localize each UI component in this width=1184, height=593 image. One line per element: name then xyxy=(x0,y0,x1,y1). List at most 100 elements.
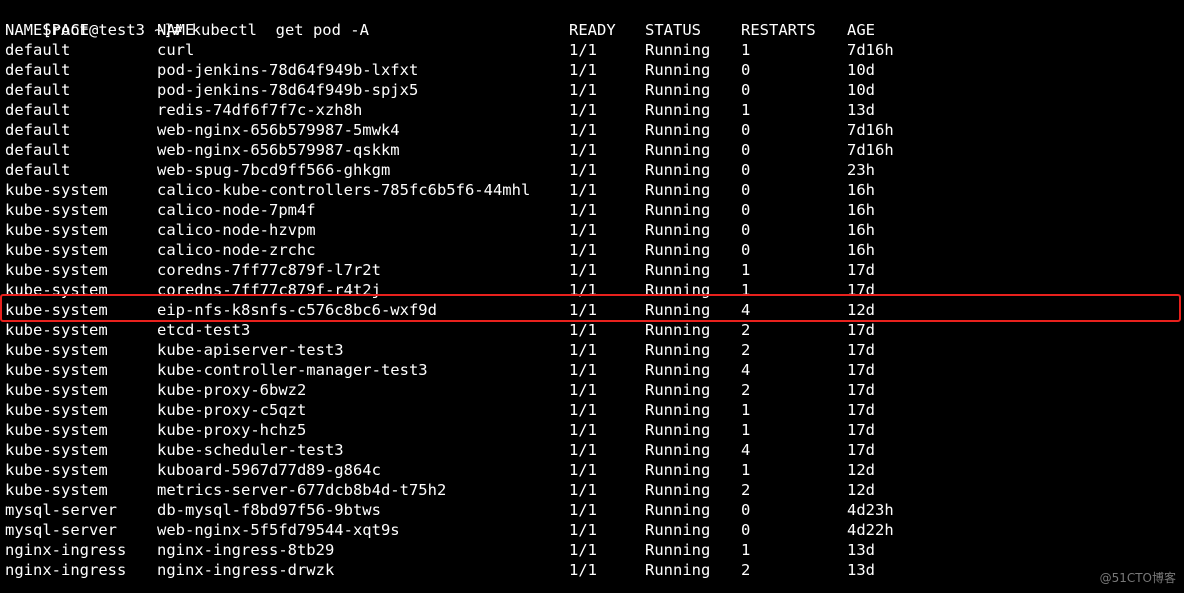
cell-restarts: 0 xyxy=(741,501,751,519)
cell-age: 17d xyxy=(847,321,875,339)
cell-status: Running xyxy=(645,161,711,179)
table-row: default web-nginx-656b579987-qskkm 1/1 Runn… xyxy=(0,140,1184,160)
cell-restarts: 0 xyxy=(741,61,751,79)
cell-age: 23h xyxy=(847,161,875,179)
cell-pod-name: nginx-ingress-8tb29 xyxy=(157,541,335,559)
cell-namespace: kube-system xyxy=(5,321,108,339)
cell-status: Running xyxy=(645,481,711,499)
cell-status: Running xyxy=(645,241,711,259)
header-restarts: RESTARTS xyxy=(741,21,816,39)
cell-pod-name: kube-apiserver-test3 xyxy=(157,341,344,359)
cell-restarts: 4 xyxy=(741,361,751,379)
cell-namespace: default xyxy=(5,81,71,99)
pod-table-rows: default curl 1/1 Running 1 7d16h default pod-je… xyxy=(0,40,1184,580)
cell-restarts: 0 xyxy=(741,521,751,539)
cell-age: 17d xyxy=(847,421,875,439)
active-prompt-line[interactable]: [root@test3 ~]# xyxy=(0,580,1184,593)
cell-status: Running xyxy=(645,261,711,279)
cell-namespace: kube-system xyxy=(5,361,108,379)
cell-age: 17d xyxy=(847,341,875,359)
cell-restarts: 1 xyxy=(741,41,751,59)
cell-pod-name: kube-proxy-6bwz2 xyxy=(157,381,307,399)
cell-status: Running xyxy=(645,501,711,519)
cell-pod-name: calico-kube-controllers-785fc6b5f6-44mhl xyxy=(157,181,531,199)
table-row: kube-system calico-kube-controllers-785fc… xyxy=(0,180,1184,200)
cell-namespace: kube-system xyxy=(5,301,108,319)
cell-ready: 1/1 xyxy=(569,141,597,159)
cell-age: 13d xyxy=(847,561,875,579)
header-namespace: NAMESPACE xyxy=(5,21,89,39)
table-row: mysql-server web-nginx-5f5fd79544-xqt9s 1/… xyxy=(0,520,1184,540)
cell-ready: 1/1 xyxy=(569,281,597,299)
table-row: kube-system kube-scheduler-test3 1/1 Runnin… xyxy=(0,440,1184,460)
cell-namespace: default xyxy=(5,161,71,179)
cell-age: 10d xyxy=(847,81,875,99)
table-header: NAMESPACE NAME READY STATUS RESTARTS AGE xyxy=(0,20,1184,40)
cell-restarts: 1 xyxy=(741,421,751,439)
cell-namespace: mysql-server xyxy=(5,521,117,539)
cell-namespace: default xyxy=(5,121,71,139)
cell-namespace: kube-system xyxy=(5,221,108,239)
cell-age: 16h xyxy=(847,181,875,199)
cell-age: 17d xyxy=(847,261,875,279)
table-row: default redis-74df6f7f7c-xzh8h 1/1 Running 1… xyxy=(0,100,1184,120)
cell-ready: 1/1 xyxy=(569,461,597,479)
cell-age: 13d xyxy=(847,541,875,559)
cell-status: Running xyxy=(645,221,711,239)
cell-pod-name: kube-proxy-hchz5 xyxy=(157,421,307,439)
cell-ready: 1/1 xyxy=(569,121,597,139)
cell-namespace: kube-system xyxy=(5,461,108,479)
cell-namespace: default xyxy=(5,41,71,59)
cell-pod-name: pod-jenkins-78d64f949b-spjx5 xyxy=(157,81,419,99)
cell-restarts: 0 xyxy=(741,141,751,159)
cell-namespace: kube-system xyxy=(5,241,108,259)
cell-status: Running xyxy=(645,321,711,339)
cell-ready: 1/1 xyxy=(569,221,597,239)
cell-restarts: 2 xyxy=(741,341,751,359)
cell-ready: 1/1 xyxy=(569,261,597,279)
cell-restarts: 0 xyxy=(741,121,751,139)
cell-namespace: kube-system xyxy=(5,341,108,359)
cell-ready: 1/1 xyxy=(569,81,597,99)
cell-age: 16h xyxy=(847,221,875,239)
cell-status: Running xyxy=(645,461,711,479)
table-row: kube-system metrics-server-677dcb8b4d-t75… xyxy=(0,480,1184,500)
cell-ready: 1/1 xyxy=(569,561,597,579)
table-row: mysql-server db-mysql-f8bd97f56-9btws 1/1 R… xyxy=(0,500,1184,520)
cell-pod-name: coredns-7ff77c879f-r4t2j xyxy=(157,281,381,299)
watermark: @51CTO博客 xyxy=(1099,571,1176,585)
cell-namespace: nginx-ingress xyxy=(5,561,127,579)
cell-status: Running xyxy=(645,121,711,139)
cell-restarts: 1 xyxy=(741,401,751,419)
header-status: STATUS xyxy=(645,21,701,39)
cell-age: 17d xyxy=(847,281,875,299)
table-row: kube-system kube-proxy-c5qzt 1/1 Running 1 17… xyxy=(0,400,1184,420)
header-ready: READY xyxy=(569,21,616,39)
cell-age: 4d22h xyxy=(847,521,894,539)
cell-ready: 1/1 xyxy=(569,161,597,179)
table-row: kube-system kuboard-5967d77d89-g864c 1/1 Ru… xyxy=(0,460,1184,480)
cell-status: Running xyxy=(645,361,711,379)
cell-status: Running xyxy=(645,201,711,219)
table-row: kube-system kube-proxy-hchz5 1/1 Running 1 17… xyxy=(0,420,1184,440)
cell-pod-name: etcd-test3 xyxy=(157,321,251,339)
cell-namespace: kube-system xyxy=(5,281,108,299)
table-row: kube-system kube-controller-manager-test3… xyxy=(0,360,1184,380)
cell-namespace: default xyxy=(5,101,71,119)
cell-pod-name: pod-jenkins-78d64f949b-lxfxt xyxy=(157,61,419,79)
cell-restarts: 0 xyxy=(741,201,751,219)
cell-pod-name: redis-74df6f7f7c-xzh8h xyxy=(157,101,363,119)
cell-pod-name: nginx-ingress-drwzk xyxy=(157,561,335,579)
cell-ready: 1/1 xyxy=(569,401,597,419)
cell-status: Running xyxy=(645,561,711,579)
cell-restarts: 2 xyxy=(741,321,751,339)
table-row: default curl 1/1 Running 1 7d16h xyxy=(0,40,1184,60)
terminal-window[interactable]: [root@test3 ~]# kubectl get pod -A NAMES… xyxy=(0,0,1184,593)
cell-restarts: 1 xyxy=(741,101,751,119)
cell-status: Running xyxy=(645,41,711,59)
table-row: kube-system etcd-test3 1/1 Running 2 17d xyxy=(0,320,1184,340)
cell-pod-name: kuboard-5967d77d89-g864c xyxy=(157,461,381,479)
cell-namespace: default xyxy=(5,141,71,159)
table-row: kube-system kube-proxy-6bwz2 1/1 Running 2 17… xyxy=(0,380,1184,400)
cell-namespace: default xyxy=(5,61,71,79)
